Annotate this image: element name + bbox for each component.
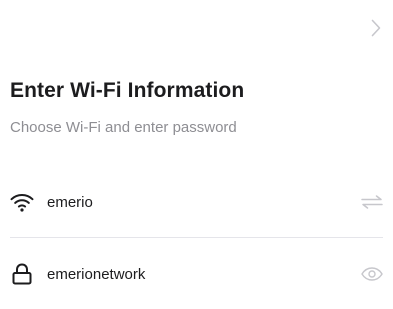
eye-icon: [361, 267, 383, 281]
divider: [10, 237, 383, 238]
wifi-icon: [10, 190, 34, 214]
page-subtitle: Choose Wi-Fi and enter password: [10, 119, 237, 136]
next-button[interactable]: [365, 14, 387, 42]
lock-icon: [10, 262, 34, 286]
wifi-network-name: emerio: [47, 193, 93, 211]
password-row[interactable]: [10, 254, 383, 294]
page-title: Enter Wi-Fi Information: [10, 79, 245, 102]
password-field[interactable]: [47, 265, 355, 283]
wifi-network-row[interactable]: emerio: [10, 182, 383, 222]
chevron-right-icon: [371, 19, 381, 37]
toggle-password-visibility-button[interactable]: [355, 262, 383, 286]
switch-network-icon: [361, 195, 383, 209]
switch-network-button[interactable]: [355, 190, 383, 214]
